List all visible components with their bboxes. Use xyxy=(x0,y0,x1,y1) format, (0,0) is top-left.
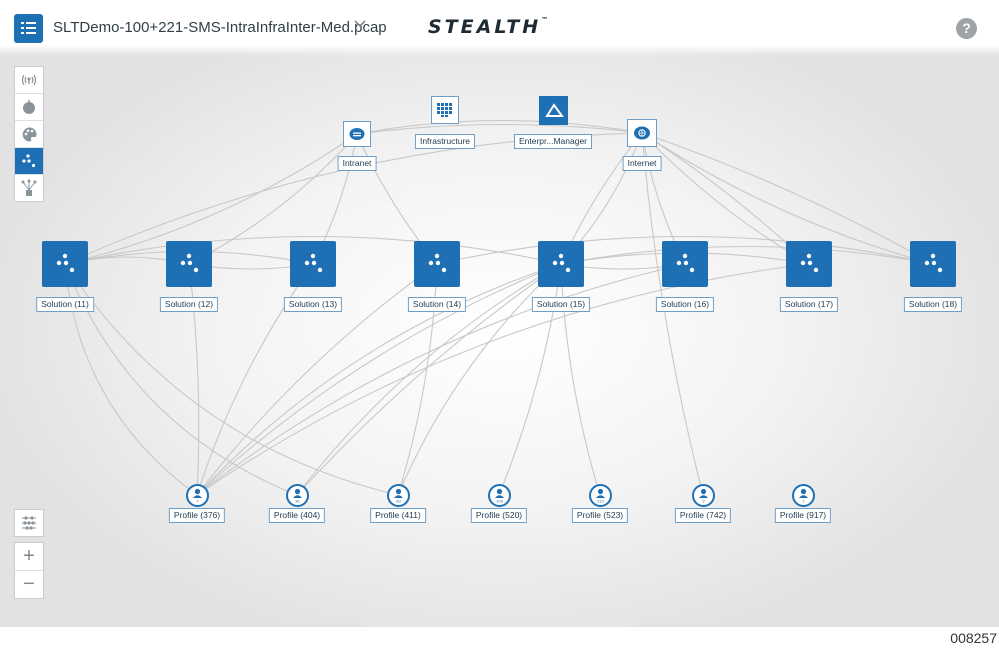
broadcast-icon[interactable] xyxy=(15,67,43,94)
svg-text:109: 109 xyxy=(496,499,503,504)
zoom-out-button[interactable]: − xyxy=(15,571,43,598)
stealth-logo: STEALTH™ xyxy=(428,16,549,38)
cluster-icon xyxy=(428,253,447,273)
user-icon: 83 xyxy=(394,488,403,504)
profile-label[interactable]: Profile (917) xyxy=(774,508,832,523)
profile-node[interactable]: 2 xyxy=(692,484,715,507)
solution-label[interactable]: Solution (13) xyxy=(283,297,343,312)
profile-label[interactable]: Profile (742) xyxy=(674,508,732,523)
user-icon: 112 xyxy=(596,488,605,504)
enterprise-manager-node[interactable] xyxy=(539,96,568,125)
internet-label[interactable]: Internet xyxy=(622,156,662,171)
internet-node[interactable] xyxy=(627,119,657,147)
solution-label[interactable]: Solution (17) xyxy=(779,297,839,312)
solution-node[interactable] xyxy=(662,241,708,287)
help-icon[interactable]: ? xyxy=(956,18,977,39)
grid-icon xyxy=(437,103,452,117)
edge-line xyxy=(356,123,643,135)
profile-node[interactable]: 109 xyxy=(488,484,511,507)
solution-label[interactable]: Solution (14) xyxy=(407,297,467,312)
profile-label[interactable]: Profile (411) xyxy=(370,508,426,523)
cluster-icon xyxy=(552,253,571,273)
cluster-icon xyxy=(304,253,323,273)
intranet-label[interactable]: Intranet xyxy=(337,156,377,171)
file-name-title[interactable]: SLTDemo-100+221-SMS-IntraInfraInter-Med.… xyxy=(53,19,387,36)
user-icon: 2 xyxy=(699,488,708,504)
profile-label[interactable]: Profile (404) xyxy=(268,508,326,523)
cluster-icon[interactable] xyxy=(15,148,43,175)
infrastructure-node[interactable] xyxy=(431,96,459,124)
cluster-icon xyxy=(924,253,943,273)
triangle-icon xyxy=(545,103,564,117)
enterprise-manager-label[interactable]: Enterpr...Manager xyxy=(513,134,593,149)
connection-edges xyxy=(64,119,934,496)
solution-node[interactable] xyxy=(414,241,460,287)
solution-node[interactable] xyxy=(290,241,336,287)
edge-line xyxy=(641,132,704,496)
user-icon: 1 xyxy=(799,488,808,504)
cluster-icon xyxy=(180,253,199,273)
solution-node[interactable] xyxy=(538,241,584,287)
menu-button[interactable] xyxy=(14,14,43,43)
chevron-down-icon[interactable] xyxy=(354,18,366,33)
solution-node[interactable] xyxy=(786,241,832,287)
svg-text:36: 36 xyxy=(295,499,300,504)
user-icon: 7 xyxy=(193,488,202,504)
solution-label[interactable]: Solution (15) xyxy=(531,297,591,312)
cluster-icon xyxy=(56,253,75,273)
solution-node[interactable] xyxy=(166,241,212,287)
filter-sliders-icon[interactable] xyxy=(14,509,44,537)
zoom-controls: + − xyxy=(14,542,44,599)
profile-node[interactable]: 112 xyxy=(589,484,612,507)
svg-text:112: 112 xyxy=(597,499,604,504)
solution-node[interactable] xyxy=(910,241,956,287)
view-toolbar xyxy=(14,66,44,202)
solution-node[interactable] xyxy=(42,241,88,287)
profile-node[interactable]: 36 xyxy=(286,484,309,507)
solution-label[interactable]: Solution (18) xyxy=(903,297,963,312)
palette-icon[interactable] xyxy=(15,121,43,148)
globe-cloud-icon xyxy=(634,126,650,140)
edge-line xyxy=(356,119,643,135)
profile-label[interactable]: Profile (523) xyxy=(571,508,629,523)
profile-node[interactable]: 1 xyxy=(792,484,815,507)
solution-label[interactable]: Solution (16) xyxy=(655,297,715,312)
intranet-node[interactable] xyxy=(343,121,371,147)
zoom-in-button[interactable]: + xyxy=(15,543,43,571)
profile-node[interactable]: 7 xyxy=(186,484,209,507)
svg-text:2: 2 xyxy=(702,499,705,504)
profile-label[interactable]: Profile (520) xyxy=(470,508,528,523)
profile-node[interactable]: 83 xyxy=(387,484,410,507)
hierarchy-icon[interactable] xyxy=(15,175,43,201)
figure-number: 008257 xyxy=(950,630,997,646)
infrastructure-label[interactable]: Infrastructure xyxy=(414,134,476,149)
cloud-icon xyxy=(349,128,365,140)
node-icon[interactable] xyxy=(15,94,43,121)
solution-label[interactable]: Solution (12) xyxy=(159,297,219,312)
cluster-icon xyxy=(676,253,695,273)
svg-text:1: 1 xyxy=(802,499,805,504)
profile-label[interactable]: Profile (376) xyxy=(168,508,226,523)
network-map-app: SLTDemo-100+221-SMS-IntraInfraInter-Med.… xyxy=(0,0,999,627)
solution-label[interactable]: Solution (11) xyxy=(36,297,94,312)
user-icon: 36 xyxy=(293,488,302,504)
cluster-icon xyxy=(800,253,819,273)
top-bar: SLTDemo-100+221-SMS-IntraInfraInter-Med.… xyxy=(0,0,999,56)
svg-text:7: 7 xyxy=(196,499,199,504)
svg-text:83: 83 xyxy=(396,499,401,504)
user-icon: 109 xyxy=(495,488,504,504)
